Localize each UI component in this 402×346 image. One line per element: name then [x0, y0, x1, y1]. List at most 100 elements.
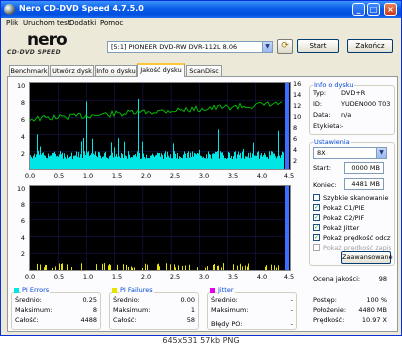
- pi-failures-max-value: 1: [190, 306, 195, 314]
- show-jitter-label: Pokaż Jitter: [323, 224, 360, 232]
- menu-pomoc[interactable]: Pomoc: [100, 19, 123, 27]
- top-x-label: 0.0: [24, 172, 36, 180]
- end-marker: [285, 83, 289, 169]
- bottom-x-label: 0.0: [24, 273, 36, 281]
- pi-errors-total-value: 4488: [80, 316, 97, 324]
- menu-bar: Plik Uruchom test Dodatki Pomoc: [1, 18, 401, 29]
- bottom-x-label: 3.5: [227, 273, 239, 281]
- pi-errors-chart-plot: [30, 83, 290, 169]
- tab-scandisc[interactable]: ScanDisc: [186, 65, 222, 76]
- show-pif-label: Pokaż C2/PIF: [323, 214, 365, 222]
- speed-label: Prędkość:: [313, 316, 345, 324]
- speed-value: 10.97 X: [361, 316, 387, 324]
- bottom-y-label: 4: [20, 234, 25, 242]
- pi-failures-avg-value: 0.00: [180, 296, 195, 304]
- pi-failures-chart: [29, 185, 291, 271]
- pi-failures-chart-plot: [30, 186, 290, 270]
- logo-main: nero: [27, 30, 68, 50]
- title-bar[interactable]: Nero CD-DVD Speed 4.7.5.0 _ □ ×: [1, 1, 401, 18]
- jitter-title: Jitter: [217, 286, 235, 294]
- speed-select[interactable]: 8X ▼: [313, 147, 387, 159]
- show-read-speed-checkbox[interactable]: ✓: [313, 234, 320, 241]
- disc-date-value: n/a: [341, 111, 352, 119]
- bottom-y-label: 10: [17, 185, 26, 193]
- show-read-speed-label: Pokaż prędkość odczytu: [323, 234, 391, 242]
- start-position-label: Start:: [313, 164, 332, 172]
- top-x-label: 2.5: [169, 172, 181, 180]
- top-y-right-label: 8: [293, 124, 298, 132]
- jitter-max-value: -: [290, 306, 293, 314]
- jitter-swatch: [210, 288, 215, 293]
- refresh-icon: ⟳: [281, 41, 289, 51]
- top-y-label: 10: [17, 82, 26, 90]
- position-value: 4480 MB: [358, 306, 387, 314]
- top-x-label: 1.5: [111, 172, 123, 180]
- disc-date-label: Data:: [313, 111, 331, 119]
- pi-errors-avg-label: Średnio:: [15, 296, 42, 304]
- show-write-speed-checkbox[interactable]: [313, 244, 320, 251]
- nero-logo: nero CD·DVD SPEED: [7, 30, 87, 58]
- start-position-field[interactable]: 0000 MB: [344, 162, 384, 174]
- pi-failures-total-label: Całość:: [113, 316, 137, 324]
- bottom-y-label: 6: [20, 217, 25, 225]
- show-pif-checkbox[interactable]: ✓: [313, 214, 320, 221]
- app-disc-icon: [4, 4, 15, 15]
- end-marker: [285, 186, 289, 270]
- jitter-max-label: Maksimum:: [211, 306, 249, 314]
- pi-errors-max-label: Maksimum:: [15, 306, 53, 314]
- pi-failures-trace: [37, 263, 279, 270]
- end-position-label: Koniec:: [313, 181, 337, 189]
- pi-failures-total-value: 58: [186, 316, 195, 324]
- progress-label: Postęp:: [313, 296, 337, 304]
- maximize-button[interactable]: □: [367, 3, 380, 16]
- menu-dodatki[interactable]: Dodatki: [69, 19, 96, 27]
- top-y-label: 2: [20, 150, 25, 158]
- top-x-label: 4.5: [283, 172, 295, 180]
- top-y-label: 4: [20, 133, 25, 141]
- start-button[interactable]: Start: [297, 39, 339, 53]
- disc-label-value: -: [341, 122, 344, 130]
- bottom-x-label: 1.5: [111, 273, 123, 281]
- tab-benchmark[interactable]: Benchmark: [9, 65, 49, 76]
- top-y-right-label: 10: [293, 113, 302, 121]
- quality-score-label: Ocena jakości:: [313, 275, 361, 283]
- pi-failures-swatch: [112, 288, 117, 293]
- stop-button[interactable]: Zakończ: [347, 39, 393, 53]
- app-window: Nero CD-DVD Speed 4.7.5.0 _ □ × Plik Uru…: [0, 0, 402, 336]
- tab-disc-quality[interactable]: Jakość dysku: [137, 63, 185, 77]
- bottom-x-label: 4.5: [283, 273, 295, 281]
- tab-create-disc[interactable]: Utwórz dysk: [50, 65, 94, 76]
- position-label: Położenie:: [313, 306, 347, 314]
- quick-scan-label: Szybkie skanowanie: [323, 194, 389, 202]
- advanced-button[interactable]: Zaawansowane: [341, 251, 393, 264]
- top-y-right-label: 14: [293, 91, 302, 99]
- pi-errors-swatch: [14, 288, 19, 293]
- quality-score-value: 98: [378, 275, 387, 283]
- top-y-right-label: 12: [293, 102, 302, 110]
- quick-scan-checkbox[interactable]: [313, 194, 320, 201]
- pi-errors-trace: [30, 98, 284, 169]
- end-position-field[interactable]: 4481 MB: [344, 178, 384, 190]
- top-x-label: 3.5: [227, 172, 239, 180]
- pi-errors-max-value: 8: [92, 306, 97, 314]
- chevron-down-icon[interactable]: ▼: [376, 148, 386, 158]
- logo-sub: CD·DVD SPEED: [7, 49, 61, 56]
- top-y-right-label: 2: [293, 157, 298, 165]
- menu-plik[interactable]: Plik: [6, 19, 18, 27]
- drive-select[interactable]: [5:1] PIONEER DVD-RW DVR-112L 8.06 ▼: [107, 41, 273, 53]
- bottom-x-label: 3.0: [198, 273, 210, 281]
- top-y-label: 6: [20, 116, 25, 124]
- disc-type-label: Typ:: [313, 89, 327, 97]
- refresh-drives-button[interactable]: ⟳: [277, 39, 293, 54]
- close-button[interactable]: ×: [384, 3, 397, 16]
- menu-uruchom-test[interactable]: Uruchom test: [23, 19, 71, 27]
- top-y-right-label: 6: [293, 135, 298, 143]
- jitter-po-value: -: [290, 320, 293, 328]
- show-pie-checkbox[interactable]: ✓: [313, 204, 320, 211]
- bottom-x-label: 2.5: [169, 273, 181, 281]
- show-jitter-checkbox[interactable]: ✓: [313, 224, 320, 231]
- image-caption: 645x531 57kb PNG: [0, 336, 402, 346]
- minimize-button[interactable]: _: [352, 3, 365, 16]
- chevron-down-icon[interactable]: ▼: [262, 42, 272, 52]
- tab-disc-info[interactable]: Info o dysku: [95, 65, 137, 76]
